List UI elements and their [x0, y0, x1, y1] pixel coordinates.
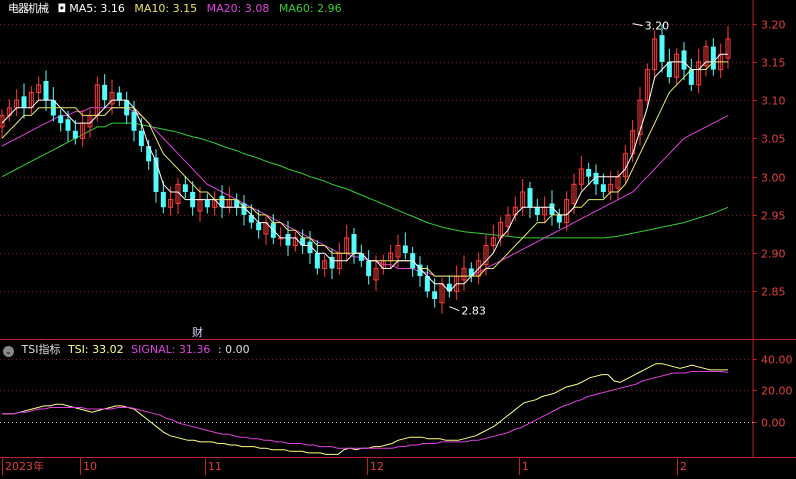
- date-tick-label: 2: [680, 460, 687, 473]
- signal-value: SIGNAL: 31.36: [131, 343, 211, 356]
- ma5-value: MA5: 3.16: [69, 2, 125, 15]
- indicator-name[interactable]: TSI指标: [22, 343, 61, 356]
- date-tick-label: 12: [370, 460, 384, 473]
- annotation-pointer: [632, 23, 643, 27]
- chart-canvas[interactable]: 3.203.153.103.053.002.952.902.85 40.0020…: [0, 0, 796, 475]
- stock-name: 电器机械: [8, 2, 49, 15]
- candle-body-down[interactable]: [432, 291, 438, 300]
- ma10-line: [1, 61, 728, 277]
- ma-toggle-icon[interactable]: ◘: [58, 2, 67, 15]
- date-tick-label: 1: [522, 460, 529, 473]
- candle-body-down[interactable]: [358, 253, 364, 261]
- candle-body-down[interactable]: [160, 191, 166, 208]
- price-tick-label: 2.85: [761, 286, 786, 299]
- price-tick-label: 3.10: [761, 95, 786, 108]
- date-tick-label: 2023年: [5, 459, 44, 473]
- ma60-path: [1, 122, 729, 239]
- date-axis: 2023年 10 11 12 1 2: [2, 458, 687, 475]
- ma5-path: [1, 53, 728, 293]
- annotation-label: 3.20: [645, 20, 670, 33]
- candle-body-down[interactable]: [402, 245, 408, 254]
- signal-path: [2, 371, 729, 449]
- price-tick-label: 3.05: [761, 133, 786, 146]
- candle-body-down[interactable]: [351, 234, 357, 254]
- stock-chart-view[interactable]: 3.20 3.15 3.10 3.05 3.00 2.95 2.90 2.85 40.00 20…: [0, 0, 796, 475]
- candle-body-down[interactable]: [21, 96, 27, 108]
- annotation-label: 2.83: [461, 305, 486, 318]
- price-tick-label: 3.15: [761, 57, 786, 70]
- tsi-lines: [2, 363, 729, 455]
- candle-body-down[interactable]: [314, 253, 320, 269]
- indicator-tick-label: 20.00: [761, 385, 793, 398]
- ma20-path: [1, 107, 729, 277]
- candle-body-down[interactable]: [204, 199, 210, 208]
- price-axis: 3.20 3.15 3.10 3.05 3.00 2.95 2.90 2.85: [753, 19, 786, 299]
- candle-body-down[interactable]: [600, 184, 606, 192]
- candle-body-down[interactable]: [710, 46, 716, 70]
- candle-body-down[interactable]: [116, 92, 122, 101]
- candle-body-down[interactable]: [527, 188, 533, 208]
- price-tick-label: 2.90: [761, 248, 786, 261]
- tsi-value: TSI: 33.02: [67, 343, 124, 356]
- candle-body-down[interactable]: [659, 35, 665, 62]
- event-marker: 财: [192, 325, 203, 339]
- ma5-line: [1, 53, 728, 293]
- candle-body-down[interactable]: [681, 50, 687, 70]
- indicator-axis: 40.00 20.00 0.00: [753, 354, 793, 430]
- candle-body-down[interactable]: [182, 184, 188, 192]
- candle-body-down[interactable]: [586, 169, 592, 177]
- price-tick-label: 3.20: [761, 19, 786, 32]
- indicator-gridlines: [0, 359, 753, 423]
- candle-body-down[interactable]: [366, 260, 372, 277]
- price-tick-label: 2.95: [761, 210, 786, 223]
- ma10-path: [1, 61, 728, 277]
- candle-body-down[interactable]: [58, 115, 64, 124]
- candle-body-down[interactable]: [534, 207, 540, 215]
- indicator-menu-icon[interactable]: ⌄: [3, 346, 14, 357]
- indicator-tick-label: 40.00: [761, 354, 793, 367]
- candle-body-down[interactable]: [256, 222, 262, 231]
- candle-body-down[interactable]: [102, 84, 108, 101]
- ma-legend: 电器机械 ◘ MA5: 3.16 MA10: 3.15 MA20: 3.08 MA…: [0, 0, 348, 18]
- price-tick-label: 3.00: [761, 172, 786, 185]
- candle-body-down[interactable]: [65, 119, 71, 131]
- ma60-line: [1, 122, 729, 239]
- candlesticks[interactable]: [0, 24, 731, 314]
- ma20-line: [1, 107, 729, 277]
- candle-body-down[interactable]: [285, 234, 291, 246]
- extra-value: : 0.00: [217, 343, 250, 356]
- candle-body-down[interactable]: [146, 146, 152, 162]
- ma60-value: MA60: 2.96: [278, 2, 342, 15]
- tsi-legend: ⌄ TSI指标 TSI: 33.02 SIGNAL: 31.36 : 0.00: [0, 342, 254, 358]
- ma20-value: MA20: 3.08: [206, 2, 270, 15]
- candle-body-down[interactable]: [72, 130, 78, 139]
- indicator-tick-label: 0.00: [761, 417, 786, 430]
- candle-body-down[interactable]: [138, 130, 144, 147]
- candle-body-down[interactable]: [556, 214, 562, 223]
- date-tick-label: 11: [208, 460, 222, 473]
- ma10-value: MA10: 3.15: [134, 2, 198, 15]
- date-tick-label: 10: [83, 460, 97, 473]
- candle-body-down[interactable]: [43, 81, 49, 101]
- annotation-pointer: [449, 306, 460, 312]
- price-gridlines: [0, 24, 753, 292]
- candle-body-down[interactable]: [131, 111, 137, 131]
